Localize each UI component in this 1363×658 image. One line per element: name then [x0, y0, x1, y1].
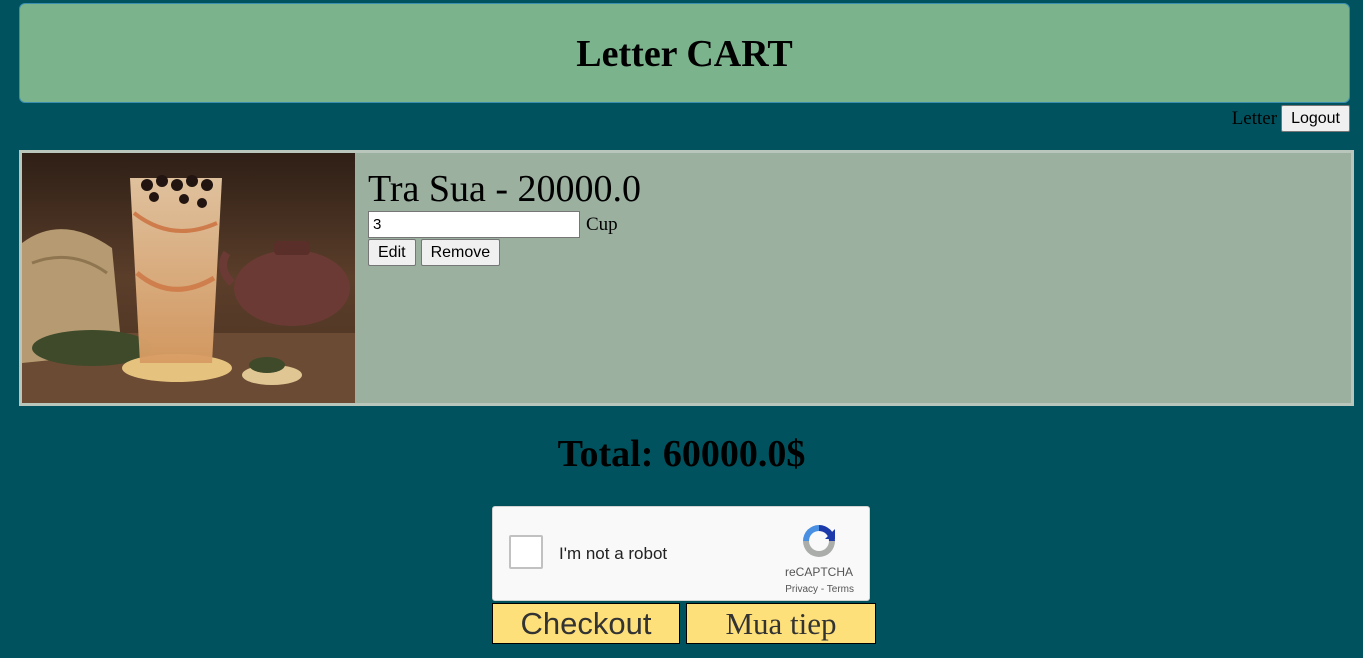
recaptcha-privacy-link[interactable]: Privacy	[785, 584, 818, 595]
quantity-row: Cup	[368, 211, 641, 238]
item-info: Tra Sua - 20000.0 Cup Edit Remove	[368, 167, 641, 266]
page-title: Letter CART	[576, 33, 793, 75]
recaptcha-links: Privacy - Terms	[785, 584, 854, 595]
recaptcha-logo-icon	[799, 521, 839, 566]
checkout-button[interactable]: Checkout	[492, 603, 680, 644]
logout-button[interactable]: Logout	[1281, 105, 1350, 132]
quantity-input[interactable]	[368, 211, 580, 238]
recaptcha-link-separator: -	[818, 584, 827, 595]
edit-button[interactable]: Edit	[368, 239, 416, 266]
page-header: Letter CART	[19, 3, 1350, 103]
user-bar: Letter Logout	[1232, 105, 1350, 132]
item-actions: Edit Remove	[368, 239, 641, 266]
product-image	[22, 153, 355, 403]
remove-button[interactable]: Remove	[420, 239, 501, 266]
cart-item: Tra Sua - 20000.0 Cup Edit Remove	[19, 150, 1354, 406]
item-title: Tra Sua - 20000.0	[368, 168, 642, 210]
recaptcha-checkbox[interactable]	[509, 535, 543, 569]
username-label: Letter	[1231, 107, 1278, 129]
cart-total: Total: 60000.0$	[557, 433, 806, 475]
recaptcha-label: I'm not a robot	[559, 544, 668, 563]
recaptcha-brand: reCAPTCHA	[784, 565, 853, 579]
unit-label: Cup	[586, 213, 618, 235]
recaptcha-widget: I'm not a robot reCAPTCHA Privacy - Term…	[492, 506, 870, 601]
recaptcha-terms-link[interactable]: Terms	[827, 584, 854, 595]
continue-shopping-button[interactable]: Mua tiep	[686, 603, 876, 644]
